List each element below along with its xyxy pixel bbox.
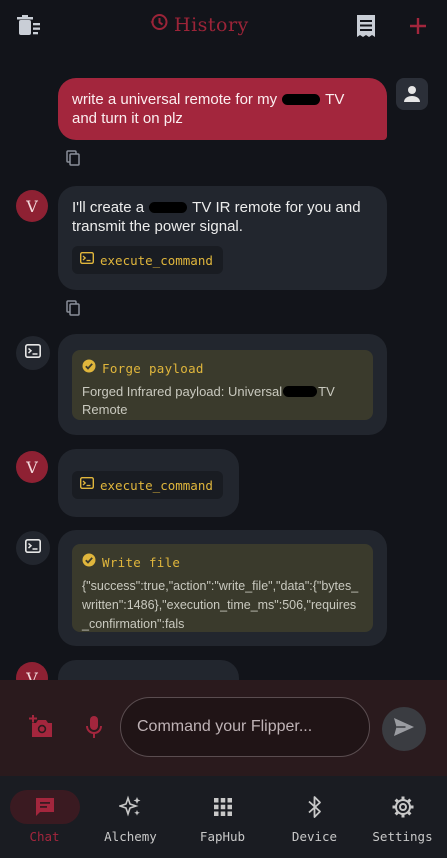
nav-label: Device bbox=[291, 829, 338, 844]
bluetooth-icon bbox=[280, 790, 350, 824]
history-clock-icon bbox=[150, 13, 168, 36]
terminal-icon bbox=[79, 251, 95, 269]
nav-label: Settings bbox=[372, 829, 433, 844]
command-label: execute_command bbox=[100, 477, 213, 493]
tool-avatar bbox=[16, 336, 50, 370]
gear-icon bbox=[368, 790, 438, 824]
nav-chat[interactable]: Chat bbox=[0, 776, 89, 858]
command-input[interactable]: Command your Flipper... bbox=[120, 697, 370, 757]
forge-payload-card[interactable]: Forge payload Forged Infrared payload: U… bbox=[72, 350, 373, 420]
nav-settings[interactable]: Settings bbox=[358, 776, 447, 858]
check-circle-icon bbox=[82, 359, 96, 378]
nav-label: Alchemy bbox=[104, 829, 157, 844]
redaction-bar bbox=[282, 94, 321, 105]
command-input-placeholder: Command your Flipper... bbox=[137, 718, 313, 735]
execute-command-chip[interactable]: execute_command bbox=[72, 471, 223, 499]
tool-result-message: Write file {"success":true,"action":"wri… bbox=[58, 530, 387, 646]
nav-device[interactable]: Device bbox=[270, 776, 359, 858]
title-text: History bbox=[174, 13, 249, 36]
assistant-avatar: V bbox=[16, 451, 48, 483]
nav-label: FapHub bbox=[199, 829, 246, 844]
redaction-bar bbox=[283, 386, 318, 397]
check-circle-icon bbox=[82, 553, 96, 572]
page-title: History bbox=[150, 13, 300, 36]
execute-command-chip[interactable]: execute_command bbox=[72, 246, 223, 274]
chat-icon bbox=[9, 790, 80, 824]
tool-name: Forge payload bbox=[102, 361, 204, 376]
tool-avatar bbox=[16, 531, 50, 565]
chat-history[interactable]: write a universal remote for my TV and t… bbox=[0, 52, 447, 680]
nav-label: Chat bbox=[29, 829, 60, 844]
add-icon[interactable] bbox=[405, 14, 431, 38]
clear-history-icon[interactable] bbox=[16, 14, 42, 38]
redaction-bar bbox=[149, 202, 188, 213]
top-bar: History bbox=[0, 0, 447, 52]
assistant-message-text: I'll create a TV IR remote for you and t… bbox=[72, 198, 372, 236]
send-button[interactable] bbox=[382, 707, 426, 751]
nav-faphub[interactable]: FapHub bbox=[178, 776, 267, 858]
composer-bar: Command your Flipper... bbox=[0, 680, 447, 776]
grid-icon bbox=[188, 790, 258, 824]
assistant-avatar: V bbox=[16, 190, 48, 222]
user-avatar bbox=[396, 78, 428, 110]
tool-output: {"success":true,"action":"write_file","d… bbox=[82, 579, 359, 631]
tool-output: Forged Infrared payload: Universal TV Rem… bbox=[82, 383, 363, 419]
send-icon bbox=[393, 717, 415, 742]
write-file-card[interactable]: Write file {"success":true,"action":"wri… bbox=[72, 544, 373, 632]
command-label: execute_command bbox=[100, 252, 213, 268]
terminal-icon bbox=[25, 343, 41, 363]
assistant-message: execute_command bbox=[58, 449, 239, 517]
assistant-avatar: V bbox=[16, 662, 48, 680]
assistant-message: I'll create a TV IR remote for you and t… bbox=[58, 186, 387, 290]
bottom-navigation: Chat Alchemy FapHub Device Settings bbox=[0, 776, 447, 858]
user-message: write a universal remote for my TV and t… bbox=[58, 78, 387, 140]
copy-icon[interactable] bbox=[66, 300, 82, 316]
microphone-icon[interactable] bbox=[83, 713, 105, 741]
terminal-icon bbox=[79, 476, 95, 494]
sparkle-icon bbox=[96, 790, 166, 824]
tool-name: Write file bbox=[102, 555, 181, 570]
nav-alchemy[interactable]: Alchemy bbox=[86, 776, 175, 858]
terminal-icon bbox=[25, 538, 41, 558]
log-icon[interactable] bbox=[353, 14, 379, 38]
tool-output-start: Forged Infrared payload: Universal bbox=[82, 384, 283, 399]
assistant-text-start: I'll create a bbox=[72, 199, 145, 216]
user-message-text-start: write a universal remote for my bbox=[72, 91, 278, 108]
assistant-message bbox=[58, 660, 239, 680]
tool-result-message: Forge payload Forged Infrared payload: U… bbox=[58, 334, 387, 435]
copy-icon[interactable] bbox=[66, 150, 82, 166]
camera-add-icon[interactable] bbox=[28, 713, 56, 741]
